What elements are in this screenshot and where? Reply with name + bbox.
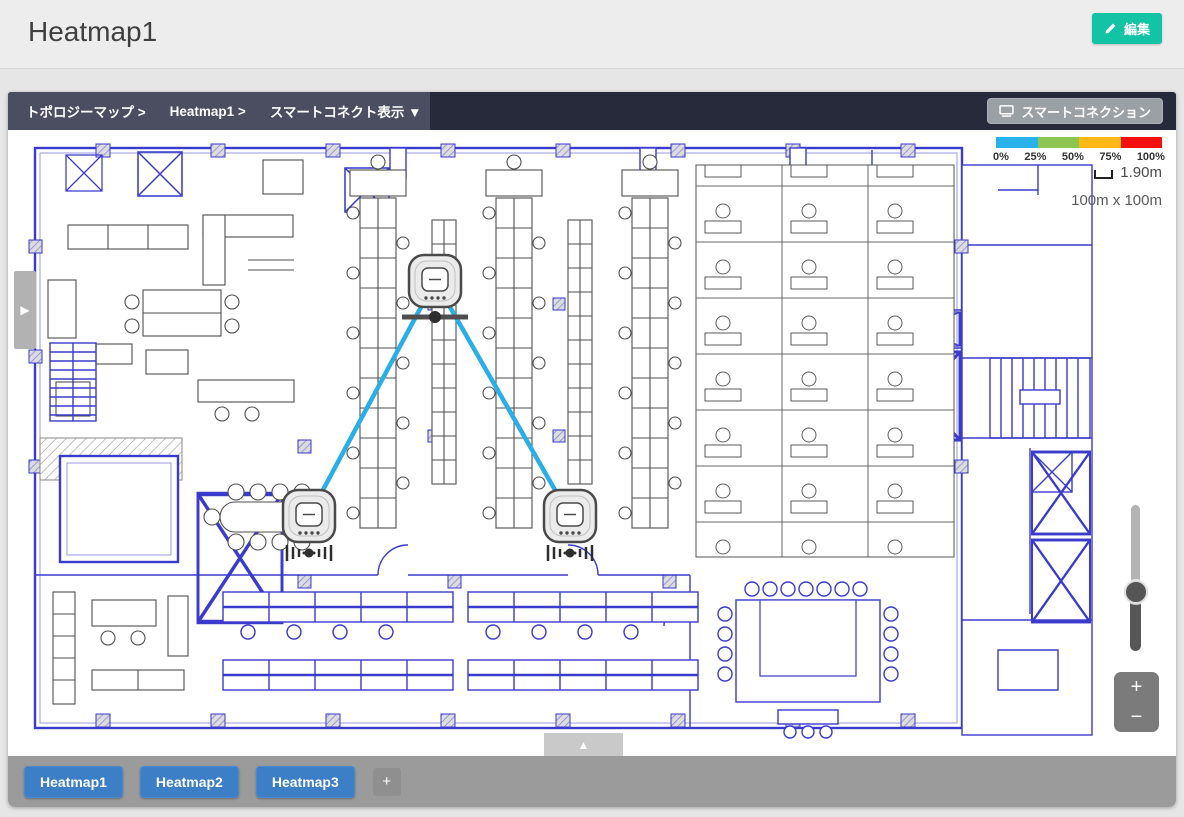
map-toolbar: トポロジーマップ > Heatmap1 > スマートコネクト表示 ▼ スマートコ… bbox=[8, 92, 1176, 130]
breadcrumb-topology[interactable]: トポロジーマップ > bbox=[26, 101, 146, 121]
floor-plan-image: ✳ bbox=[8, 130, 1176, 756]
legend-label: 100% bbox=[1137, 151, 1165, 163]
page-header: Heatmap1 編集 bbox=[0, 0, 1184, 69]
collapse-tabbar-button[interactable]: ▲ bbox=[544, 733, 623, 756]
map-size-label: 100m x 100m bbox=[1071, 192, 1162, 209]
legend-segment bbox=[1038, 137, 1080, 148]
left-panel-expander[interactable]: ▶ bbox=[14, 271, 36, 349]
heat-legend: 0% 25% 50% 75% 100% bbox=[996, 137, 1162, 163]
heatmap-tab-heatmap3[interactable]: Heatmap3 bbox=[256, 766, 355, 798]
heatmap-tabbar-list: Heatmap1 Heatmap2 Heatmap3 bbox=[24, 766, 355, 798]
legend-label: 25% bbox=[1024, 151, 1046, 163]
smart-connection-label: スマートコネクション bbox=[1021, 102, 1151, 121]
monitor-icon bbox=[999, 105, 1014, 117]
heatmap-tabbar: Heatmap1 Heatmap2 Heatmap3 + bbox=[8, 756, 1176, 807]
heat-legend-bar bbox=[996, 137, 1162, 148]
zoom-out-button[interactable]: − bbox=[1114, 702, 1159, 732]
heatmap-tab-heatmap1[interactable]: Heatmap1 bbox=[24, 766, 123, 798]
scale-bracket-icon bbox=[1094, 170, 1113, 179]
grid-scale: 1.90m bbox=[1094, 164, 1162, 181]
legend-label: 0% bbox=[993, 151, 1009, 163]
topology-panel: トポロジーマップ > Heatmap1 > スマートコネクト表示 ▼ スマートコ… bbox=[8, 92, 1176, 807]
add-heatmap-button[interactable]: + bbox=[372, 767, 402, 797]
edit-button-label: 編集 bbox=[1124, 19, 1150, 38]
legend-segment bbox=[1079, 137, 1121, 148]
legend-segment bbox=[1121, 137, 1163, 148]
legend-label: 75% bbox=[1099, 151, 1121, 163]
map-canvas[interactable]: ✳ bbox=[8, 130, 1176, 756]
zoom-in-button[interactable]: + bbox=[1114, 672, 1159, 702]
page-title: Heatmap1 bbox=[28, 16, 157, 48]
triangle-up-icon: ▲ bbox=[578, 738, 590, 752]
zoom-button-panel: + − bbox=[1114, 672, 1159, 732]
breadcrumb-view-mode-dropdown[interactable]: スマートコネクト表示 ▼ bbox=[270, 101, 422, 121]
breadcrumb: トポロジーマップ > Heatmap1 > スマートコネクト表示 ▼ bbox=[8, 92, 430, 130]
legend-segment bbox=[996, 137, 1038, 148]
edit-button[interactable]: 編集 bbox=[1092, 13, 1162, 44]
legend-label: 50% bbox=[1062, 151, 1084, 163]
grid-scale-value: 1.90m bbox=[1120, 164, 1162, 181]
triangle-right-icon: ▶ bbox=[20, 303, 29, 317]
heat-legend-labels: 0% 25% 50% 75% 100% bbox=[993, 151, 1165, 163]
zoom-slider-handle[interactable] bbox=[1124, 580, 1148, 604]
pencil-icon bbox=[1104, 22, 1117, 35]
heatmap-tab-heatmap2[interactable]: Heatmap2 bbox=[140, 766, 239, 798]
smart-connection-button[interactable]: スマートコネクション bbox=[987, 98, 1163, 124]
breadcrumb-heatmap1[interactable]: Heatmap1 > bbox=[170, 104, 246, 119]
